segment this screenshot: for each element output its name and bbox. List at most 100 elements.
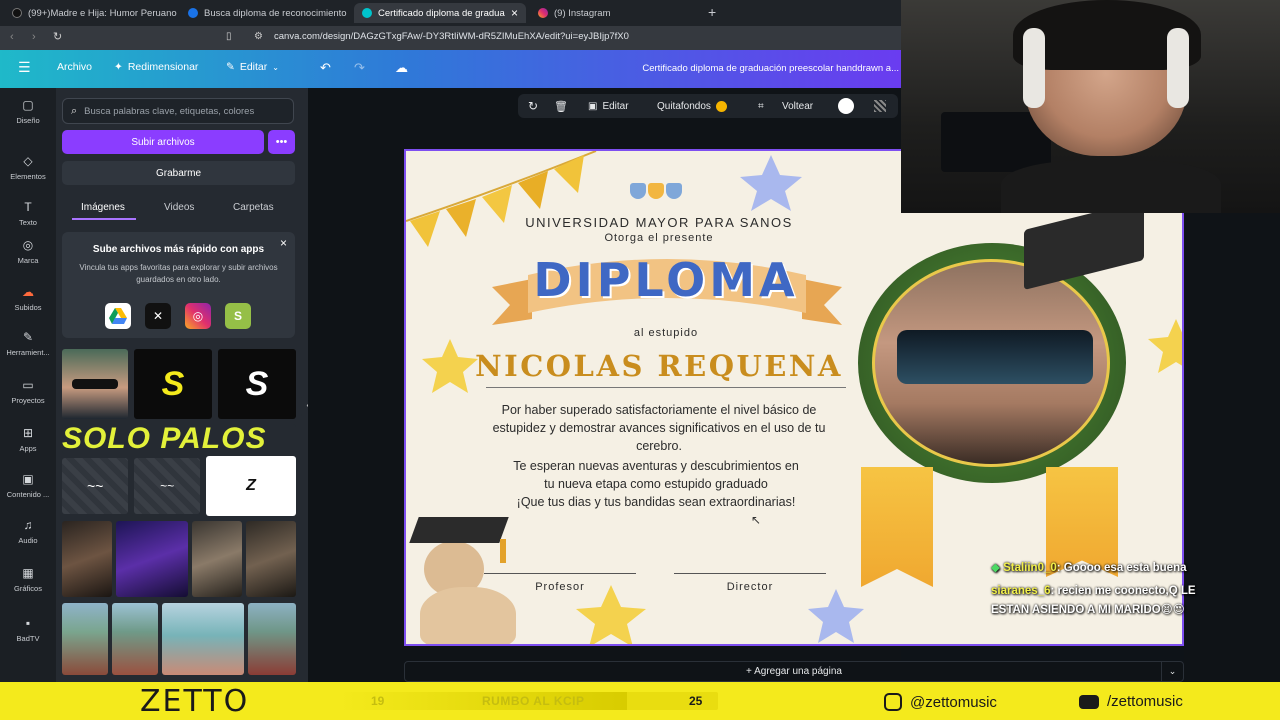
chat-badge-icon: ◆ <box>991 562 1000 574</box>
undo-icon[interactable]: ↶ <box>320 60 331 76</box>
cloud-save-icon[interactable]: ☁ <box>395 60 408 76</box>
record-button[interactable]: Grabarme <box>62 161 295 185</box>
tab-imagenes[interactable]: Imágenes <box>81 202 125 213</box>
tab-videos[interactable]: Videos <box>164 202 194 213</box>
rail-item-6[interactable]: ✎ Herramient... <box>0 330 56 357</box>
rail-item-7[interactable]: ▭ Proyectos <box>0 378 56 405</box>
capcut-icon[interactable]: ✕ <box>145 303 171 329</box>
upload-thumb-photo-8[interactable] <box>248 603 296 675</box>
rail-icon: ▣ <box>22 472 34 486</box>
upload-thumb-photo-6[interactable] <box>112 603 158 675</box>
back-icon[interactable]: ‹ <box>10 31 14 43</box>
instagram-icon[interactable]: ◎ <box>185 303 211 329</box>
trash-icon[interactable]: 🗑 <box>554 100 568 113</box>
rail-label: Elementos <box>10 172 46 181</box>
active-tab-indicator <box>72 218 136 220</box>
close-icon[interactable]: × <box>280 236 287 250</box>
hamburger-icon[interactable]: ☰ <box>18 59 31 76</box>
body-line-2: estupidez y demostrar avances significat… <box>492 421 826 435</box>
transparency-icon[interactable] <box>874 100 886 112</box>
upload-thumb-photo-2[interactable] <box>116 521 188 597</box>
redimensionar-label: Redimensionar <box>127 61 199 73</box>
upload-thumb-face[interactable] <box>62 349 128 419</box>
forward-icon[interactable]: › <box>32 31 36 43</box>
reload-icon[interactable]: ↻ <box>53 30 62 43</box>
google-drive-icon[interactable] <box>105 303 131 329</box>
body-line-3: cerebro. <box>636 439 682 453</box>
voltear-button[interactable]: Voltear <box>782 101 813 112</box>
upload-thumb-logo-white[interactable]: S <box>218 349 296 419</box>
rail-icon: ◎ <box>22 238 34 252</box>
upload-thumb-logo-yellow[interactable]: S <box>134 349 212 419</box>
rail-icon: ▦ <box>22 566 34 580</box>
star-decoration <box>808 589 864 643</box>
tab-label: (9) Instagram <box>554 7 611 19</box>
browser-tab-2[interactable]: Busca diploma de reconocimiento <box>180 3 352 23</box>
image-edit-icon: ▣ <box>588 100 598 112</box>
uploads-panel: ⌕ Busca palabras clave, etiquetas, color… <box>56 88 308 682</box>
rail-item-3[interactable]: T Texto <box>0 200 56 227</box>
body-line-6: ¡Que tus dias y tus bandidas sean extrao… <box>516 495 796 509</box>
color-swatch[interactable] <box>838 98 854 114</box>
rail-item-12[interactable]: ▪ BadTV <box>0 616 56 643</box>
redimensionar-button[interactable]: ✦ Redimensionar <box>114 61 198 73</box>
chat-message-2-continued: ESTAN ASIENDO A MI MARIDO😫😍 <box>991 603 1185 617</box>
browser-tab-4[interactable]: (9) Instagram <box>530 3 700 23</box>
apps-card-subtitle: Vincula tus apps favoritas para explorar… <box>79 263 278 284</box>
shopify-icon[interactable]: S <box>225 303 251 329</box>
browser-tab-1[interactable]: (99+)Madre e Hija: Humor Peruano <box>4 3 180 23</box>
upload-thumb-solo-palos[interactable]: SOLO PALOS <box>62 424 296 454</box>
chat-text: : recien me coonecto,Q LE <box>1050 585 1196 597</box>
archivo-menu[interactable]: Archivo <box>57 61 92 73</box>
body-line-5: tu nueva etapa como estupido graduado <box>544 477 768 491</box>
close-tab-icon[interactable]: × <box>511 6 518 20</box>
rail-item-10[interactable]: ♫ Audio <box>0 518 56 545</box>
upload-thumb-photo-1[interactable] <box>62 521 112 597</box>
search-input[interactable]: ⌕ Busca palabras clave, etiquetas, color… <box>62 98 294 124</box>
rail-label: Subidos <box>14 303 42 312</box>
webcam-feed <box>901 0 1280 213</box>
quitafondos-button[interactable]: Quitafondos <box>657 100 727 112</box>
add-page-button[interactable]: + Agregar una página ⌄ <box>404 661 1184 682</box>
rail-item-9[interactable]: ▣ Contenido ... <box>0 472 56 499</box>
add-page-label: + Agregar una página <box>746 666 842 677</box>
bookmark-icon[interactable]: ▯ <box>226 31 232 42</box>
upload-thumb-graffiti-1[interactable]: ~~ <box>62 458 128 514</box>
more-options-button[interactable]: ••• <box>268 130 295 154</box>
rail-item-8[interactable]: ⊞ Apps <box>0 426 56 453</box>
otorga-text: Otorga el presente <box>604 232 714 244</box>
upload-button[interactable]: Subir archivos <box>62 130 264 154</box>
zetto-logo: ZETTO <box>140 684 250 719</box>
tab-label: Busca diploma de reconocimiento <box>204 7 347 19</box>
rail-label: Gráficos <box>14 584 42 593</box>
photo-recipient[interactable] <box>872 259 1110 467</box>
site-info-icon[interactable]: ⚙ <box>254 31 263 42</box>
upload-thumb-graffiti-2[interactable]: ~~ <box>134 458 200 514</box>
rail-item-2[interactable]: ◇ Elementos <box>0 154 56 181</box>
rail-icon: ♫ <box>23 518 33 532</box>
upload-thumb-photo-3[interactable] <box>192 521 242 597</box>
rail-label: BadTV <box>16 634 40 643</box>
document-title[interactable]: Certificado diploma de graduación preesc… <box>642 63 899 74</box>
rail-label: Apps <box>19 444 37 453</box>
chevron-down-icon[interactable]: ⌄ <box>1161 662 1183 681</box>
editar-menu[interactable]: ✎ Editar ⌄ <box>226 61 279 73</box>
new-tab-button[interactable]: + <box>708 4 716 20</box>
rail-item-5[interactable]: ☁ Subidos <box>0 285 56 312</box>
rail-icon: ⊞ <box>22 426 34 440</box>
url-field[interactable]: canva.com/design/DAGzGTxgFAw/-DY3RtIiWM-… <box>274 31 629 42</box>
upload-thumb-photo-4[interactable] <box>246 521 296 597</box>
upload-thumb-photo-5[interactable] <box>62 603 108 675</box>
rail-item-4[interactable]: ◎ Marca <box>0 238 56 265</box>
rail-item-11[interactable]: ▦ Gráficos <box>0 566 56 593</box>
crop-icon[interactable]: ⌗ <box>758 101 764 112</box>
tab-carpetas[interactable]: Carpetas <box>233 202 274 213</box>
upload-thumb-photo-7[interactable] <box>162 603 244 675</box>
upload-thumb-zetto-logo[interactable]: Z <box>206 456 296 516</box>
replace-icon[interactable]: ↻ <box>528 99 538 113</box>
redo-icon[interactable]: ↷ <box>354 60 365 76</box>
rail-label: Contenido ... <box>6 490 50 499</box>
editar-image-button[interactable]: ▣ Editar <box>588 101 629 112</box>
browser-tab-3[interactable]: Certificado diploma de gradua × <box>354 3 526 23</box>
rail-item-1[interactable]: ▢ Diseño <box>0 98 56 125</box>
